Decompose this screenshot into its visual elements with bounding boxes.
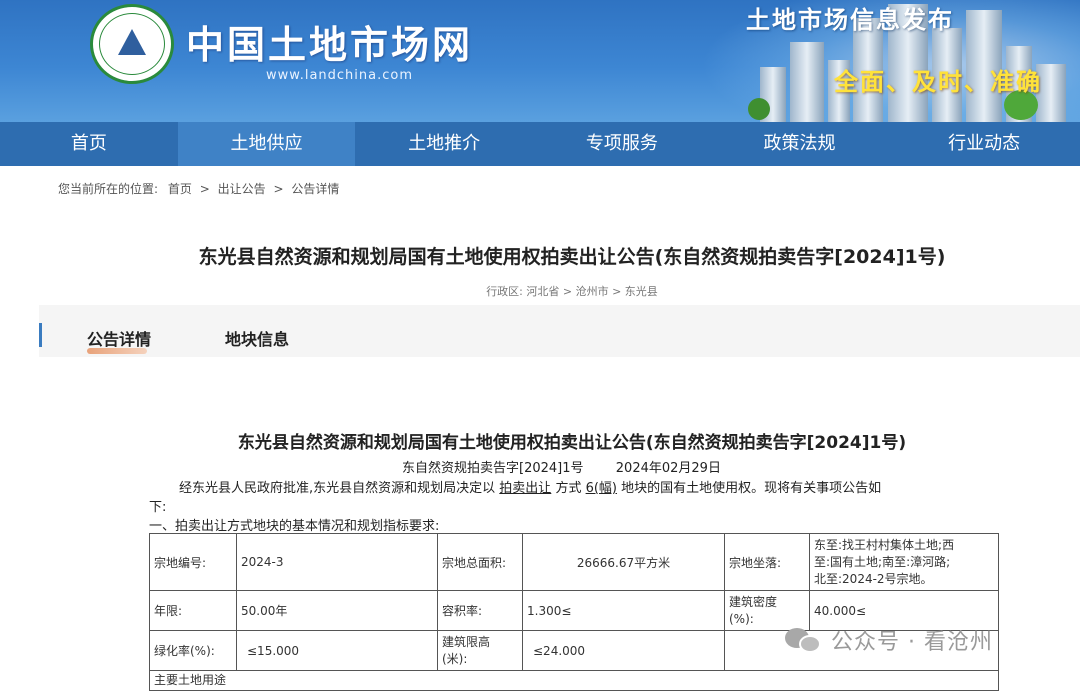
breadcrumb-notices[interactable]: 出让公告 — [218, 182, 266, 196]
value-location: 东至:找王村村集体土地;西 至:国有土地;南至:漳河路; 北至:2024-2号宗… — [809, 533, 999, 591]
label-line: (米): — [442, 651, 468, 666]
tab-notice-details[interactable]: 公告详情 — [87, 326, 151, 350]
section-heading-1: 一、拍卖出让方式地块的基本情况和规划指标要求: — [149, 519, 440, 534]
watermark-text: 公众号 · 看沧州 — [831, 630, 993, 655]
nav-policy-regulations[interactable]: 政策法规 — [711, 122, 889, 166]
label-green-rate: 绿化率(%): — [149, 630, 237, 671]
nav-special-services[interactable]: 专项服务 — [533, 122, 711, 166]
main-nav: 首页 土地供应 土地推介 专项服务 政策法规 行业动态 — [0, 122, 1080, 166]
document-intro: 经东光县人民政府批准,东光县自然资源和规划局决定以 拍卖出让 方式 6(幅) 地… — [179, 477, 881, 496]
banner-title: 土地市场信息发布 — [746, 6, 954, 34]
label-main-land-use: 主要土地用途 — [149, 670, 999, 691]
label-total-area: 宗地总面积: — [437, 533, 523, 591]
location-line: 至:国有土地;南至:漳河路; — [814, 554, 951, 569]
nav-industry-news[interactable]: 行业动态 — [888, 122, 1080, 166]
site-logo[interactable] — [90, 4, 174, 84]
region-path: 行政区: 河北省 > 沧州市 > 东光县 — [486, 285, 658, 298]
breadcrumb-separator: > — [199, 182, 210, 196]
breadcrumb-current: 公告详情 — [291, 182, 340, 196]
parcel-info-table: 宗地编号: 2024-3 宗地总面积: 26666.67平方米 宗地坐落: 东至… — [149, 533, 999, 691]
nav-land-supply[interactable]: 土地供应 — [177, 122, 356, 166]
value-total-area: 26666.67平方米 — [522, 533, 725, 591]
document-title: 东光县自然资源和规划局国有土地使用权拍卖出让公告(东自然资规拍卖告字[2024]… — [237, 433, 907, 453]
value-far: 1.300≤ — [522, 590, 725, 631]
intro-method: 拍卖出让 — [499, 481, 552, 496]
value-height-limit: ≤24.000 — [522, 630, 725, 671]
label-parcel-id: 宗地编号: — [149, 533, 237, 591]
breadcrumb: 您当前所在的位置: 首页 > 出让公告 > 公告详情 — [58, 180, 339, 197]
document-intro-cont: 下: — [149, 500, 167, 515]
wechat-icon — [785, 625, 823, 655]
tab-bar: 公告详情 地块信息 — [39, 305, 1080, 357]
wechat-watermark: 公众号 · 看沧州 — [785, 620, 993, 660]
intro-text: 方式 — [555, 481, 582, 496]
label-far: 容积率: — [437, 590, 523, 631]
intro-text: 经东光县人民政府批准,东光县自然资源和规划局决定以 — [179, 481, 496, 496]
location-line: 东至:找王村村集体土地;西 — [814, 537, 955, 552]
tab-parcel-info[interactable]: 地块信息 — [225, 326, 289, 350]
label-line: 建筑密度 — [729, 594, 778, 609]
tab-bar-marker — [39, 323, 42, 347]
breadcrumb-prefix: 您当前所在的位置: — [58, 182, 159, 196]
label-location: 宗地坐落: — [724, 533, 810, 591]
nav-land-promotion[interactable]: 土地推介 — [355, 122, 533, 166]
page-title: 东光县自然资源和规划局国有土地使用权拍卖出让公告(东自然资规拍卖告字[2024]… — [198, 246, 946, 268]
table-row: 宗地编号: 2024-3 宗地总面积: 26666.67平方米 宗地坐落: 东至… — [149, 533, 999, 591]
banner-slogan: 全面、及时、准确 — [834, 68, 1042, 96]
site-header: 中国土地市场网 www.landchina.com 土地市场信息发布 全面、及时… — [0, 0, 1080, 122]
breadcrumb-separator: > — [273, 182, 284, 196]
site-url: www.landchina.com — [266, 68, 414, 83]
location-line: 北至:2024-2号宗地。 — [814, 571, 933, 586]
label-height-limit: 建筑限高 (米): — [437, 630, 523, 671]
value-parcel-id: 2024-3 — [236, 533, 438, 591]
intro-count: 6(幅) — [585, 481, 618, 496]
breadcrumb-home[interactable]: 首页 — [168, 182, 192, 196]
intro-text: 地块的国有土地使用权。现将有关事项公告如 — [621, 481, 882, 496]
value-green-rate: ≤15.000 — [236, 630, 438, 671]
active-tab-indicator — [87, 348, 147, 354]
value-term: 50.00年 — [236, 590, 438, 631]
document-date: 2024年02月29日 — [615, 461, 721, 476]
document-meta: 东自然资规拍卖告字[2024]1号 2024年02月29日 — [402, 457, 721, 476]
label-term: 年限: — [149, 590, 237, 631]
document-ref-no: 东自然资规拍卖告字[2024]1号 — [402, 461, 584, 476]
label-line: 建筑限高 — [442, 634, 491, 649]
site-name[interactable]: 中国土地市场网 — [186, 14, 473, 69]
nav-home[interactable]: 首页 — [0, 122, 178, 166]
table-row: 主要土地用途 — [149, 670, 999, 691]
